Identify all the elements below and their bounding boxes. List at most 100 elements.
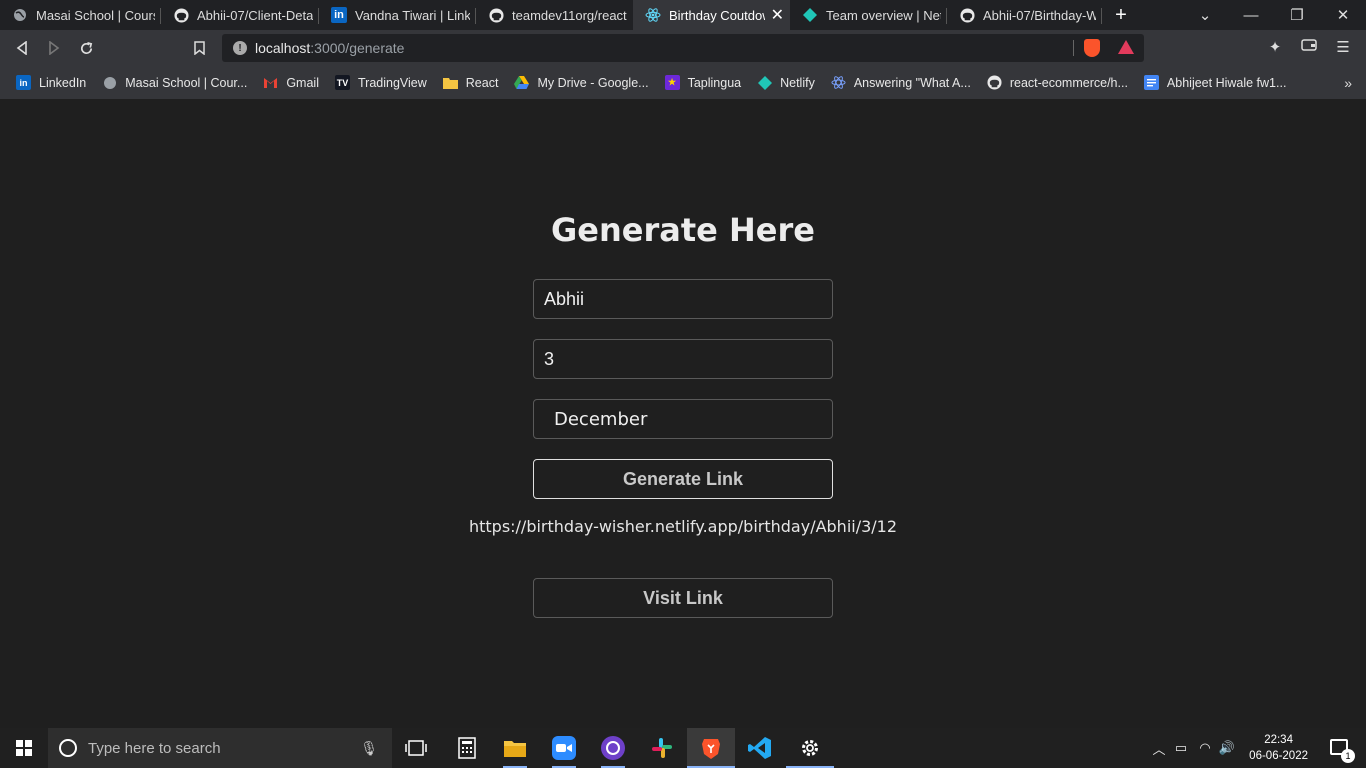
wifi-icon[interactable]: ◠ <box>1194 740 1216 756</box>
month-select[interactable]: December <box>533 399 833 439</box>
tab-strip: Masai School | Course Abhii-07/Client-De… <box>0 0 1366 30</box>
volume-icon[interactable]: 🔊 <box>1216 740 1238 756</box>
new-tab-icon[interactable]: + <box>1106 4 1136 27</box>
minimize-icon[interactable]: — <box>1228 7 1274 24</box>
bookmark-react-folder[interactable]: React <box>435 75 507 90</box>
task-view-icon[interactable] <box>404 736 428 760</box>
browser-toolbar: ! localhost:3000/generate ✦ ☰ <box>0 30 1366 66</box>
menu-icon[interactable]: ☰ <box>1333 38 1353 56</box>
bookmark-taplingua[interactable]: ★ Taplingua <box>657 75 750 90</box>
bookmark-react-ecommerce[interactable]: react-ecommerce/h... <box>979 75 1136 90</box>
vscode-icon[interactable] <box>748 736 772 760</box>
brave-browser-icon[interactable] <box>699 736 723 760</box>
close-window-icon[interactable]: ✕ <box>1320 6 1366 24</box>
bookmark-label: TradingView <box>357 75 427 90</box>
browser-tab[interactable]: Team overview | Netlify <box>790 0 947 30</box>
system-clock[interactable]: 22:34 06-06-2022 <box>1249 732 1308 764</box>
clock-date: 06-06-2022 <box>1249 750 1308 762</box>
react-icon <box>645 7 661 23</box>
github-icon <box>987 75 1002 90</box>
close-tab-icon[interactable]: ✕ <box>771 5 784 25</box>
extensions-icon[interactable]: ✦ <box>1265 38 1285 56</box>
bookmarks-bar: in LinkedIn Masai School | Cour... Gmail … <box>0 66 1366 99</box>
react-icon <box>831 75 846 90</box>
bookmark-label: Answering "What A... <box>853 75 971 90</box>
star-icon: ★ <box>664 75 680 90</box>
bookmark-icon[interactable] <box>189 38 209 58</box>
tab-title: Masai School | Course <box>36 7 155 23</box>
restore-icon[interactable]: ❐ <box>1274 6 1320 24</box>
window-controls: ⌄ — ❐ ✕ <box>1182 0 1366 30</box>
browser-tab[interactable]: Abhii-07/Birthday-Wis <box>947 0 1102 30</box>
bookmark-tradingview[interactable]: TV TradingView <box>327 75 435 90</box>
visit-link-button[interactable]: Visit Link <box>533 578 833 618</box>
brave-rewards-icon[interactable] <box>1118 40 1134 54</box>
bookmark-answering[interactable]: Answering "What A... <box>823 75 979 90</box>
bookmark-label: Abhijeet Hiwale fw1... <box>1166 75 1287 90</box>
taskbar-search[interactable]: Type here to search 🎙 <box>48 728 392 768</box>
tab-title: Vandna Tiwari | Linkedl <box>355 7 470 23</box>
generated-link: https://birthday-wisher.netlify.app/birt… <box>468 517 898 536</box>
browser-tab[interactable]: Abhii-07/Client-Details <box>161 0 319 30</box>
bookmark-label: LinkedIn <box>39 75 87 90</box>
wallet-icon[interactable] <box>1299 38 1319 56</box>
bookmark-label: Taplingua <box>687 75 742 90</box>
github-icon <box>173 7 189 23</box>
tab-search-chevron-icon[interactable]: ⌄ <box>1182 6 1228 24</box>
settings-gear-icon[interactable] <box>798 736 822 760</box>
cortana-icon <box>59 739 77 757</box>
tab-title: teamdev11org/react-p <box>512 7 627 23</box>
github-icon <box>488 7 504 23</box>
page-content: Generate Here December Generate Link htt… <box>0 99 1366 728</box>
calculator-icon[interactable] <box>455 736 479 760</box>
tradingview-icon: TV <box>334 75 350 90</box>
url-host: localhost <box>255 40 311 56</box>
bookmark-linkedin[interactable]: in LinkedIn <box>8 75 94 90</box>
site-info-icon[interactable]: ! <box>233 41 247 55</box>
forward-icon[interactable] <box>44 38 64 58</box>
brave-shields-icon[interactable] <box>1084 39 1100 57</box>
bookmark-label: React <box>465 75 499 90</box>
linkedin-icon: in <box>16 75 31 90</box>
folder-icon <box>442 75 458 90</box>
back-icon[interactable] <box>12 38 32 58</box>
browser-tab-active[interactable]: Birthday Coutdow ✕ <box>633 0 790 30</box>
tab-title: Team overview | Netlify <box>826 7 941 23</box>
show-hidden-icons-chevron-icon[interactable]: ︿ <box>1150 739 1168 758</box>
github-desktop-icon[interactable] <box>601 736 625 760</box>
bookmark-label: Netlify <box>780 75 815 90</box>
microphone-icon[interactable]: 🎙 <box>360 740 378 757</box>
clock-time: 22:34 <box>1264 734 1293 746</box>
windows-start-icon[interactable] <box>0 728 48 768</box>
taskbar: Type here to search 🎙 ︿ ▭ ◠ 🔊 22:34 06-0… <box>0 728 1366 768</box>
reload-icon[interactable] <box>76 38 96 58</box>
browser-tab[interactable]: teamdev11org/react-p <box>476 0 633 30</box>
bookmark-gmail[interactable]: Gmail <box>255 75 327 90</box>
bookmark-netlify[interactable]: Netlify <box>749 75 823 90</box>
notification-count-badge: 1 <box>1341 749 1355 763</box>
github-icon <box>959 7 975 23</box>
browser-tab[interactable]: Masai School | Course <box>0 0 161 30</box>
google-drive-icon <box>514 75 530 90</box>
browser-tab[interactable]: in Vandna Tiwari | Linkedl <box>319 0 476 30</box>
month-selected-value: December <box>554 408 648 430</box>
battery-icon[interactable]: ▭ <box>1168 740 1194 756</box>
bookmark-label: Masai School | Cour... <box>125 75 248 90</box>
netlify-icon <box>757 75 772 90</box>
url-path: :3000/generate <box>310 40 405 56</box>
bookmark-label: Gmail <box>286 75 319 90</box>
bookmark-docs[interactable]: Abhijeet Hiwale fw1... <box>1136 75 1295 90</box>
tab-title: Birthday Coutdow <box>669 7 765 23</box>
globe-icon <box>102 75 117 90</box>
zoom-icon[interactable] <box>552 736 576 760</box>
slack-icon[interactable] <box>650 736 674 760</box>
address-bar[interactable]: ! localhost:3000/generate <box>222 34 1144 62</box>
bookmark-google-drive[interactable]: My Drive - Google... <box>506 75 656 90</box>
name-input[interactable] <box>533 279 833 319</box>
more-bookmarks-icon[interactable]: » <box>1344 75 1352 91</box>
day-input[interactable] <box>533 339 833 379</box>
tab-title: Abhii-07/Client-Details <box>197 7 313 23</box>
generate-link-button[interactable]: Generate Link <box>533 459 833 499</box>
bookmark-masai[interactable]: Masai School | Cour... <box>94 75 255 90</box>
file-explorer-icon[interactable] <box>503 736 527 760</box>
